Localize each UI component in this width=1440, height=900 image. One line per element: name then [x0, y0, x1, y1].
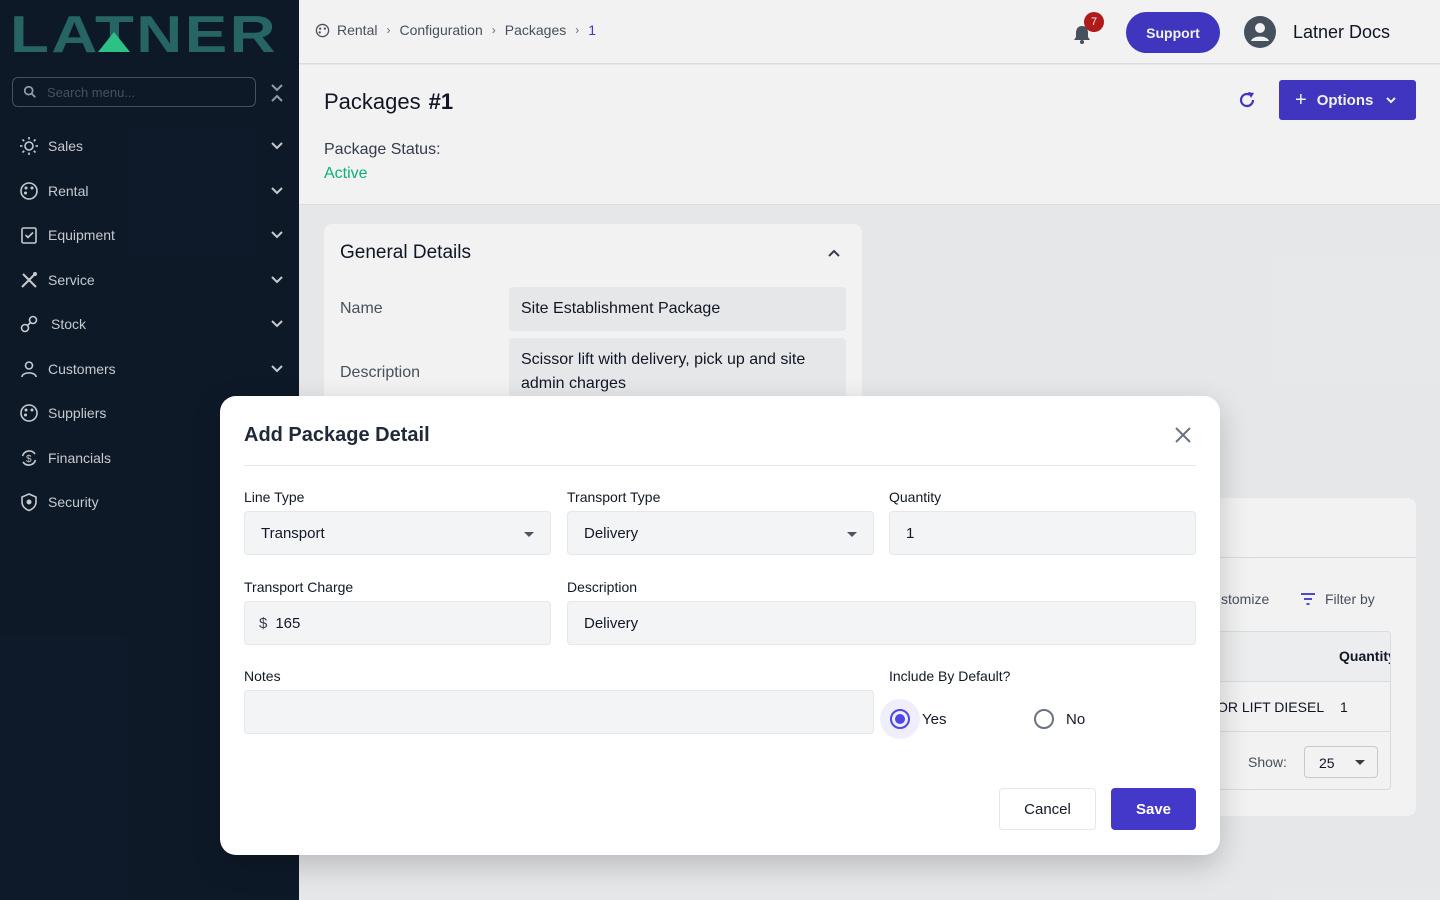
divider — [244, 465, 1196, 466]
caret-down-icon — [847, 532, 857, 537]
include-default-yes-radio[interactable]: Yes — [880, 699, 947, 739]
description-value: Delivery — [584, 614, 639, 632]
modal-title: Add Package Detail — [244, 424, 430, 446]
description-input[interactable]: Delivery — [567, 601, 1196, 645]
save-button[interactable]: Save — [1111, 788, 1196, 830]
line-type-value: Transport — [261, 524, 325, 542]
quantity-label: Quantity — [889, 489, 942, 505]
add-package-detail-modal: Add Package Detail Line Type Transport T… — [220, 396, 1220, 855]
radio-label-yes: Yes — [922, 710, 947, 728]
notes-input[interactable] — [244, 690, 874, 734]
transport-type-value: Delivery — [584, 524, 639, 542]
transport-charge-input[interactable]: $ 165 — [244, 601, 551, 645]
transport-type-select[interactable]: Delivery — [567, 511, 874, 555]
line-type-select[interactable]: Transport — [244, 511, 551, 555]
radio-checked-icon — [890, 709, 910, 729]
quantity-value: 1 — [906, 524, 915, 542]
include-default-label: Include By Default? — [889, 668, 1011, 684]
close-icon[interactable] — [1172, 424, 1194, 446]
radio-label-no: No — [1066, 710, 1086, 728]
line-type-label: Line Type — [244, 489, 305, 505]
notes-label: Notes — [244, 668, 281, 684]
currency-symbol: $ — [259, 614, 268, 632]
caret-down-icon — [524, 532, 534, 537]
transport-charge-value: 165 — [275, 614, 301, 632]
radio-unchecked-icon — [1034, 709, 1054, 729]
include-default-no-radio[interactable]: No — [1034, 709, 1085, 729]
quantity-input[interactable]: 1 — [889, 511, 1196, 555]
description-label: Description — [567, 579, 638, 595]
transport-charge-label: Transport Charge — [244, 579, 354, 595]
cancel-button[interactable]: Cancel — [999, 788, 1096, 830]
transport-type-label: Transport Type — [567, 489, 661, 505]
